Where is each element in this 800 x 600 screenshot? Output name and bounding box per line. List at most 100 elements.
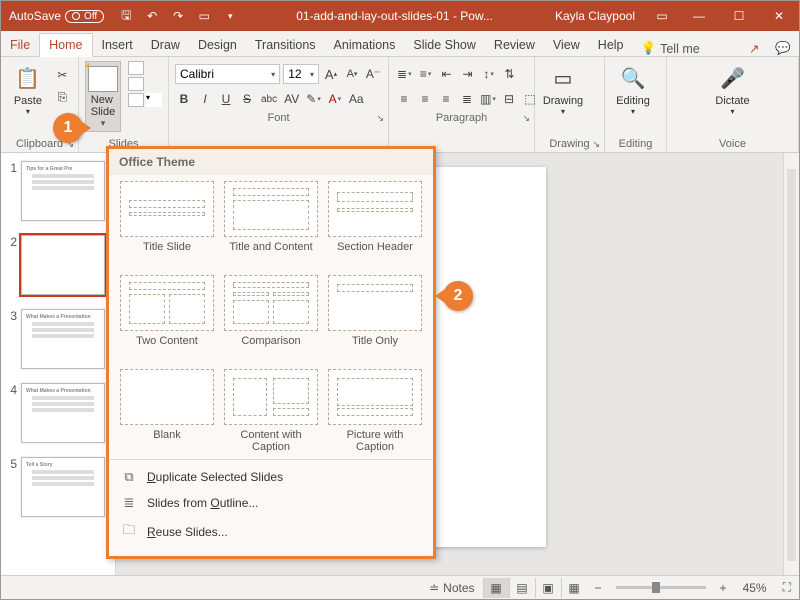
bold-button[interactable]: B: [175, 89, 193, 109]
align-left-button[interactable]: ≡: [395, 89, 413, 109]
zoom-slider[interactable]: [616, 586, 706, 589]
drawing-launcher[interactable]: ↘: [592, 139, 600, 150]
underline-button[interactable]: U: [217, 89, 235, 109]
duplicate-slides-item[interactable]: ⧉Duplicate Selected Slides: [109, 464, 433, 490]
line-spacing-button[interactable]: ↕▾: [480, 64, 498, 84]
save-icon[interactable]: 🖫: [118, 8, 134, 24]
minimize-button[interactable]: —: [679, 1, 719, 31]
thumb-row[interactable]: 4What Makes a Presentation: [5, 383, 111, 443]
drawing-button[interactable]: ▭ Drawing ▾: [541, 61, 585, 118]
redo-icon[interactable]: ↷: [170, 8, 186, 24]
autosave-toggle[interactable]: AutoSave Off: [1, 9, 112, 23]
slides-from-outline-item[interactable]: ≣Slides from Outline...: [109, 490, 433, 516]
layout-l-tc[interactable]: Title and Content: [221, 179, 321, 269]
clear-format-button[interactable]: A⁻: [364, 64, 382, 84]
fit-to-window-button[interactable]: ⛶: [775, 580, 799, 595]
undo-icon[interactable]: ↶: [144, 8, 160, 24]
reset-button[interactable]: [128, 77, 162, 91]
numbering-button[interactable]: ≡▾: [417, 64, 435, 84]
vertical-scrollbar[interactable]: [783, 153, 799, 577]
ribbon-display-icon[interactable]: ▭: [645, 8, 679, 24]
copy-icon[interactable]: ⎘: [53, 87, 72, 107]
increase-indent-button[interactable]: ⇥: [459, 64, 477, 84]
align-text-button[interactable]: ⊟: [500, 89, 518, 109]
thumb-row[interactable]: 3What Makes a Presentation: [5, 309, 111, 369]
reading-view-button[interactable]: ▣: [535, 578, 561, 598]
paragraph-launcher[interactable]: ↘: [522, 113, 530, 124]
layout-l-cwc[interactable]: Content with Caption: [221, 367, 321, 457]
tab-insert[interactable]: Insert: [93, 34, 142, 56]
align-right-button[interactable]: ≡: [437, 89, 455, 109]
highlight-button[interactable]: ✎▾: [304, 89, 323, 109]
font-launcher[interactable]: ↘: [376, 113, 384, 124]
paste-button[interactable]: 📋 Paste ▾: [7, 61, 49, 118]
group-editing: 🔍 Editing ▾ Editing: [605, 57, 667, 152]
slideshow-view-button[interactable]: ▦: [561, 578, 587, 598]
layout-l-title[interactable]: Title Slide: [117, 179, 217, 269]
bullets-button[interactable]: ≣▾: [395, 64, 414, 84]
tab-file[interactable]: File: [1, 34, 39, 56]
shadow-button[interactable]: abc: [259, 89, 279, 109]
cut-icon[interactable]: ✂: [53, 65, 72, 85]
change-case-button[interactable]: Aa: [347, 89, 366, 109]
layout-l-pwc[interactable]: Picture with Caption: [325, 367, 425, 457]
italic-button[interactable]: I: [196, 89, 214, 109]
layout-l-sh[interactable]: Section Header: [325, 179, 425, 269]
layout-l-to[interactable]: Title Only: [325, 273, 425, 363]
slide-thumb[interactable]: What Makes a Presentation: [21, 383, 105, 443]
layout-l-two[interactable]: Two Content: [117, 273, 217, 363]
text-direction-button[interactable]: ⇅: [501, 64, 519, 84]
font-color-button[interactable]: A▾: [326, 89, 344, 109]
slide-thumb[interactable]: Tell a Story: [21, 457, 105, 517]
layout-preview: [224, 275, 318, 331]
thumb-row[interactable]: 2: [5, 235, 111, 295]
reuse-slides-item[interactable]: 🗀Reuse Slides...: [109, 516, 433, 548]
tell-me[interactable]: 💡Tell me: [633, 41, 708, 56]
slide-thumb[interactable]: Tips for a Great Pre: [21, 161, 105, 221]
share-button[interactable]: ↗: [741, 41, 767, 56]
tab-animations[interactable]: Animations: [325, 34, 405, 56]
tab-slideshow[interactable]: Slide Show: [404, 34, 485, 56]
justify-button[interactable]: ≣: [458, 89, 476, 109]
font-name-combo[interactable]: Calibri▾: [175, 64, 280, 84]
spacing-button[interactable]: AV: [282, 89, 301, 109]
zoom-out-button[interactable]: −: [587, 581, 610, 595]
tab-draw[interactable]: Draw: [142, 34, 189, 56]
columns-button[interactable]: ▥▾: [479, 89, 497, 109]
zoom-level[interactable]: 45%: [735, 581, 775, 595]
layout-l-cmp[interactable]: Comparison: [221, 273, 321, 363]
start-slideshow-icon[interactable]: ▭: [196, 8, 212, 24]
tab-help[interactable]: Help: [589, 34, 633, 56]
user-name[interactable]: Kayla Claypool: [545, 9, 645, 23]
slidesorter-view-button[interactable]: ▤: [509, 578, 535, 598]
font-size-combo[interactable]: 12▾: [283, 64, 319, 84]
slide-thumb[interactable]: [21, 235, 105, 295]
editing-button[interactable]: 🔍 Editing ▾: [611, 61, 655, 118]
shrink-font-button[interactable]: A▾: [343, 64, 361, 84]
comments-button[interactable]: 💬: [767, 41, 799, 56]
slide-thumbnails-panel[interactable]: 1Tips for a Great Pre 2 3What Makes a Pres…: [1, 153, 116, 577]
thumb-row[interactable]: 5Tell a Story: [5, 457, 111, 517]
maximize-button[interactable]: ☐: [719, 1, 759, 31]
tab-review[interactable]: Review: [485, 34, 544, 56]
slide-thumb[interactable]: What Makes a Presentation: [21, 309, 105, 369]
tab-transitions[interactable]: Transitions: [246, 34, 325, 56]
dictate-button[interactable]: 🎤 Dictate ▾: [711, 61, 755, 118]
align-center-button[interactable]: ≡: [416, 89, 434, 109]
zoom-in-button[interactable]: +: [712, 581, 735, 595]
layout-l-blank[interactable]: Blank: [117, 367, 217, 457]
tab-view[interactable]: View: [544, 34, 589, 56]
grow-font-button[interactable]: A▴: [322, 64, 340, 84]
qat-customize-icon[interactable]: ▾: [222, 8, 238, 24]
notes-toggle[interactable]: ≐Notes: [421, 581, 482, 595]
tab-design[interactable]: Design: [189, 34, 246, 56]
close-button[interactable]: ✕: [759, 1, 799, 31]
layout-button[interactable]: [128, 61, 162, 75]
normal-view-button[interactable]: ▦: [483, 578, 509, 598]
layout-preview: [328, 275, 422, 331]
strike-button[interactable]: S: [238, 89, 256, 109]
section-button[interactable]: ▾: [128, 93, 162, 107]
decrease-indent-button[interactable]: ⇤: [438, 64, 456, 84]
thumb-row[interactable]: 1Tips for a Great Pre: [5, 161, 111, 221]
tab-home[interactable]: Home: [39, 33, 92, 57]
